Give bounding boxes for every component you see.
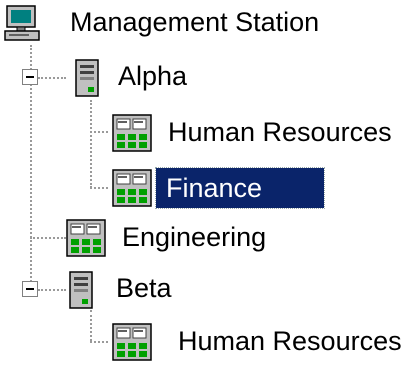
tree-node-label: Engineering	[122, 222, 267, 252]
tree-node-human-resources[interactable]: Human Resources	[0, 321, 416, 361]
tree-node-management-station[interactable]: Management Station	[0, 2, 416, 42]
computer-icon	[4, 5, 42, 48]
tree-node-label: Beta	[116, 273, 172, 303]
domain-icon	[112, 323, 152, 366]
tree-node-label: Human Resources	[178, 326, 402, 356]
tree-node-label: Human Resources	[168, 117, 392, 147]
domain-icon	[112, 169, 152, 212]
tree-node-label: Alpha	[118, 61, 188, 91]
tree-view[interactable]: Management Station Alpha Human Resources…	[0, 0, 416, 364]
tree-node-label-selected: Finance	[155, 167, 325, 209]
server-icon	[72, 59, 102, 104]
tree-node-human-resources[interactable]: Human Resources	[0, 112, 416, 152]
tree-node-finance[interactable]: Finance	[0, 167, 416, 209]
tree-node-beta[interactable]: Beta	[0, 268, 416, 309]
domain-icon	[66, 219, 106, 262]
tree-node-label: Management Station	[70, 7, 320, 37]
domain-icon	[112, 114, 152, 157]
tree-node-engineering[interactable]: Engineering	[0, 217, 416, 257]
server-icon	[66, 271, 96, 316]
tree-node-alpha[interactable]: Alpha	[0, 56, 416, 97]
